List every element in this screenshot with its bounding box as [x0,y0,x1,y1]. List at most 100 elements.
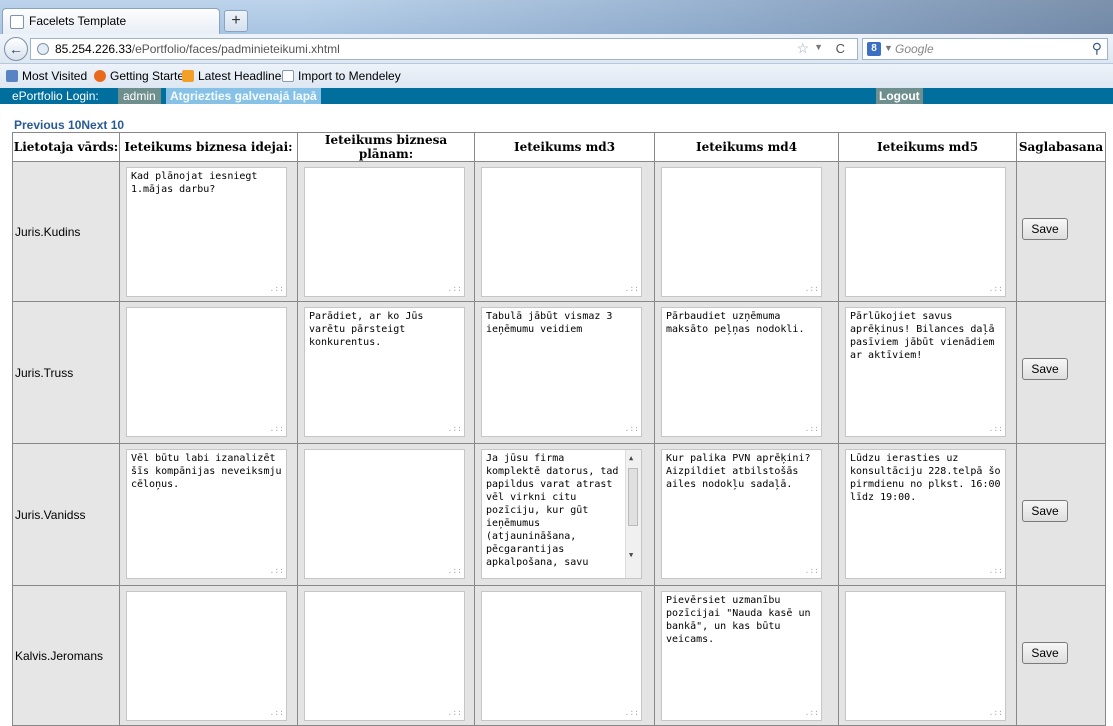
history-dropdown-icon[interactable]: ▼ [814,42,823,52]
suggestion-textarea[interactable]: .:: [304,449,465,579]
table-cell: Save [1016,301,1106,444]
new-tab-button[interactable]: + [224,10,248,32]
search-icon[interactable]: ⚲ [1092,40,1102,57]
app-header: ePortfolio Login: admin Atgriezties galv… [0,88,1113,104]
table-cell: Tabulā jābūt vismaz 3 ieņēmumu veidiem.:… [474,301,655,444]
search-box[interactable]: 8 ▼ Google ⚲ [862,38,1108,60]
suggestion-textarea[interactable]: .:: [126,591,287,721]
back-to-main-link[interactable]: Atgriezties galvenajā lapā [166,88,321,104]
suggestion-text: Tabulā jābūt vismaz 3 ieņēmumu veidiem [486,311,619,335]
suggestion-textarea[interactable]: Lūdzu ierasties uz konsultāciju 228.telp… [845,449,1006,579]
resize-grip-icon[interactable]: .:: [625,706,639,719]
suggestion-textarea[interactable]: Pārbaudiet uzņēmuma maksāto peļņas nodok… [661,307,822,437]
resize-grip-icon[interactable]: .:: [805,564,819,577]
table-cell: .:: [119,585,298,726]
bookmark-label: Import to Mendeley [298,69,401,83]
suggestion-textarea[interactable]: .:: [126,307,287,437]
column-header: Ieteikums biznesa idejai: [119,132,298,162]
suggestion-text: Kad plānojat iesniegt 1.mājas darbu? [131,171,264,195]
suggestion-textarea[interactable]: Parādiet, ar ko Jūs varētu pārsteigt kon… [304,307,465,437]
suggestion-textarea[interactable]: Kad plānojat iesniegt 1.mājas darbu?.:: [126,167,287,297]
column-header: Ieteikums biznesa plānam: [297,132,475,162]
search-input[interactable]: Google [895,42,934,56]
suggestion-textarea[interactable]: .:: [845,167,1006,297]
save-button[interactable]: Save [1022,218,1068,240]
resize-grip-icon[interactable]: .:: [448,282,462,295]
bookmark-most-visited[interactable]: Most Visited [6,69,87,83]
save-button[interactable]: Save [1022,500,1068,522]
tab-title: Facelets Template [29,14,127,28]
scroll-up-icon[interactable]: ▲ [629,452,633,465]
suggestion-textarea[interactable]: .:: [481,591,642,721]
search-engine-dropdown-icon[interactable]: ▼ [884,43,893,53]
suggestion-textarea[interactable]: .:: [304,591,465,721]
browser-tab-bar: Facelets Template + [0,0,1113,34]
resize-grip-icon[interactable]: .:: [270,564,284,577]
table-cell: .:: [297,585,475,726]
column-header: Saglabasana [1016,132,1106,162]
table-cell: Vēl būtu labi izanalizēt šīs kompānijas … [119,443,298,586]
back-button[interactable]: ← [4,37,28,61]
login-label: ePortfolio Login: [12,89,99,103]
resize-grip-icon[interactable]: .:: [805,706,819,719]
suggestion-textarea[interactable]: Vēl būtu labi izanalizēt šīs kompānijas … [126,449,287,579]
save-button[interactable]: Save [1022,642,1068,664]
table-cell: .:: [838,585,1017,726]
suggestion-textarea[interactable]: .:: [304,167,465,297]
resize-grip-icon[interactable]: .:: [805,282,819,295]
suggestion-textarea[interactable]: .:: [845,591,1006,721]
table-cell: .:: [119,301,298,444]
resize-grip-icon[interactable]: .:: [270,422,284,435]
table-cell: Save [1016,161,1106,302]
user-name: Juris.Vanidss [12,443,120,586]
suggestion-textarea[interactable]: Tabulā jābūt vismaz 3 ieņēmumu veidiem.:… [481,307,642,437]
resize-grip-icon[interactable]: .:: [989,282,1003,295]
bookmark-getting-started[interactable]: Getting Started [94,69,191,83]
resize-grip-icon[interactable]: .:: [989,422,1003,435]
suggestion-textarea[interactable]: Ja jūsu firma komplektē datorus, tad pap… [481,449,642,579]
resize-grip-icon[interactable]: .:: [448,564,462,577]
resize-grip-icon[interactable]: .:: [448,706,462,719]
suggestion-text: Parādiet, ar ko Jūs varētu pārsteigt kon… [309,311,430,348]
suggestion-textarea[interactable]: Kur palika PVN aprēķini? Aizpildiet atbi… [661,449,822,579]
table-cell: Kad plānojat iesniegt 1.mājas darbu?.:: [119,161,298,302]
suggestion-text: Pārlūkojiet savus aprēķinus! Bilances da… [850,311,1001,361]
logout-link[interactable]: Logout [876,88,923,104]
previous-link[interactable]: Previous 10 [14,118,81,132]
textarea-scrollbar[interactable]: ▲ ▼ [625,450,641,578]
google-icon[interactable]: 8 [867,42,881,56]
url-host: 85.254.226.33 [55,42,132,56]
bookmark-import-mendeley[interactable]: Import to Mendeley [282,69,401,83]
suggestion-textarea[interactable]: .:: [481,167,642,297]
resize-grip-icon[interactable]: .:: [989,564,1003,577]
suggestion-textarea[interactable]: Pievērsiet uzmanību pozīcijai "Nauda kas… [661,591,822,721]
resize-grip-icon[interactable]: .:: [989,706,1003,719]
scroll-down-icon[interactable]: ▼ [629,549,633,562]
resize-grip-icon[interactable]: .:: [270,282,284,295]
user-name: Juris.Kudins [12,161,120,302]
bookmark-star-icon[interactable]: ☆ [796,40,809,57]
resize-grip-icon[interactable]: .:: [625,282,639,295]
suggestion-text: Vēl būtu labi izanalizēt šīs kompānijas … [131,453,287,490]
browser-tab[interactable]: Facelets Template [2,8,220,34]
reload-icon[interactable]: C [836,41,845,56]
bookmark-latest-headlines[interactable]: Latest Headlines [182,69,287,83]
suggestion-text: Pārbaudiet uzņēmuma maksāto peļņas nodok… [666,311,805,335]
resize-grip-icon[interactable]: .:: [625,422,639,435]
user-badge: admin [118,88,161,104]
table-cell: Save [1016,585,1106,726]
next-link[interactable]: Next 10 [81,118,124,132]
resize-grip-icon[interactable]: .:: [805,422,819,435]
page-icon [10,15,24,29]
address-bar[interactable]: 85.254.226.33/ePortfolio/faces/padminiet… [30,38,858,60]
scroll-thumb[interactable] [628,468,638,526]
resize-grip-icon[interactable]: .:: [448,422,462,435]
suggestion-textarea[interactable]: .:: [661,167,822,297]
column-header: Ieteikums md3 [474,132,655,162]
table-cell: .:: [297,161,475,302]
suggestion-textarea[interactable]: Pārlūkojiet savus aprēķinus! Bilances da… [845,307,1006,437]
bookmark-label: Most Visited [22,69,88,83]
resize-grip-icon[interactable]: .:: [270,706,284,719]
globe-icon [37,43,49,55]
save-button[interactable]: Save [1022,358,1068,380]
